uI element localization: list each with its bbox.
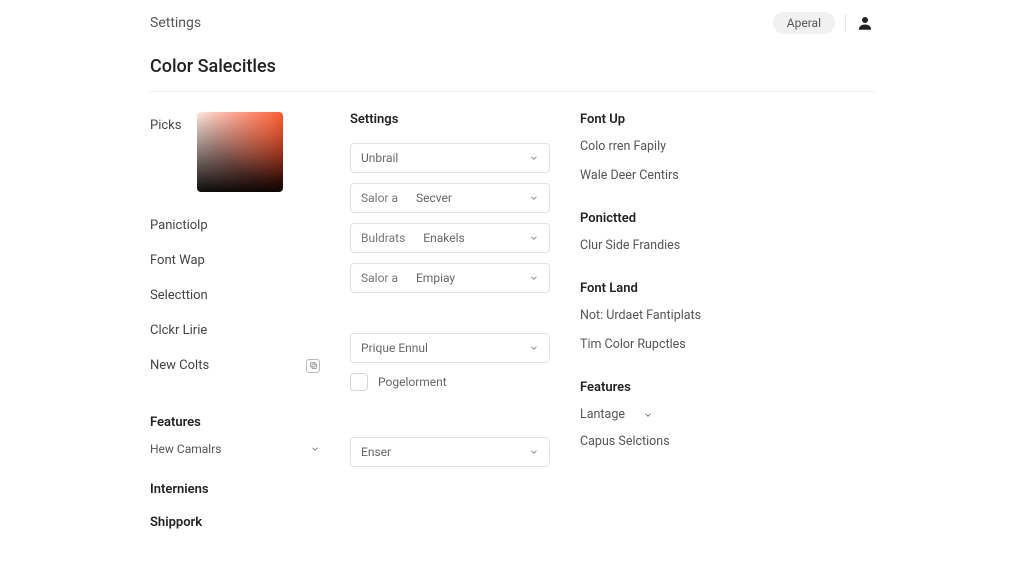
color-swatch[interactable] (197, 112, 283, 192)
new-colts-label: New Colts (150, 358, 209, 373)
pair1-b: Secver (416, 191, 452, 205)
unbrail-value: Unbrail (361, 151, 398, 165)
clckr-line-label: Clckr Lirie (150, 315, 320, 350)
interniens-heading: Interniens (150, 482, 320, 497)
hew-camalrs-label: Hew Camalrs (150, 442, 221, 456)
wale-deer-link[interactable]: Wale Deer Centirs (580, 168, 874, 183)
pair3-a: Salor a (361, 271, 398, 285)
salor-secver-select[interactable]: Salor a Secver (350, 183, 550, 213)
enser-value: Enser (361, 445, 391, 459)
settings-heading: Settings (350, 112, 550, 127)
user-icon[interactable] (856, 14, 874, 32)
unbrail-select[interactable]: Unbrail (350, 143, 550, 173)
salor-empiay-select[interactable]: Salor a Empiay (350, 263, 550, 293)
lantage-select[interactable]: Lantage (580, 407, 874, 422)
tim-color-link[interactable]: Tim Color Rupctles (580, 337, 874, 352)
chevron-down-icon (529, 193, 539, 203)
pogelorment-label: Pogelorment (378, 375, 447, 389)
pair3-b: Empiay (416, 271, 455, 285)
prique-ennul-value: Prique Ennul (361, 341, 428, 355)
font-land-heading: Font Land (580, 281, 874, 296)
chevron-down-icon (310, 444, 320, 454)
chevron-down-icon (529, 273, 539, 283)
features-heading: Features (150, 415, 320, 430)
aperal-button[interactable]: Aperal (773, 12, 835, 34)
font-up-heading: Font Up (580, 112, 874, 127)
picks-label: Picks (150, 112, 181, 133)
prique-ennul-select[interactable]: Prique Ennul (350, 333, 550, 363)
copy-icon[interactable] (306, 359, 320, 373)
panictiolp-label: Panictiolp (150, 210, 320, 245)
divider (150, 91, 874, 92)
clur-side-link[interactable]: Clur Side Frandies (580, 238, 874, 253)
chevron-down-icon (529, 153, 539, 163)
chevron-down-icon (529, 447, 539, 457)
divider (845, 14, 846, 32)
pair2-b: Enakels (423, 231, 464, 245)
selecttion-label: Selecttion (150, 280, 320, 315)
not-urdaet-link[interactable]: Not: Urdaet Fantiplats (580, 308, 874, 323)
chevron-down-icon (529, 343, 539, 353)
pair1-a: Salor a (361, 191, 398, 205)
colo-rren-link[interactable]: Colo rren Fapily (580, 139, 874, 154)
pogelorment-checkbox[interactable] (350, 373, 368, 391)
new-colts-row: New Colts (150, 350, 320, 385)
hew-camalrs-select[interactable]: Hew Camalrs (150, 442, 320, 456)
capus-link[interactable]: Capus Selctions (580, 434, 874, 449)
chevron-down-icon (643, 410, 653, 420)
features-heading-right: Features (580, 380, 874, 395)
buldrats-enakels-select[interactable]: Buldrats Enakels (350, 223, 550, 253)
ponictted-heading: Ponictted (580, 211, 874, 226)
lantage-label: Lantage (580, 407, 625, 422)
chevron-down-icon (529, 233, 539, 243)
enser-select[interactable]: Enser (350, 437, 550, 467)
page-title: Color Salecitles (150, 56, 874, 91)
pair2-a: Buldrats (361, 231, 405, 245)
font-wap-label: Font Wap (150, 245, 320, 280)
shippork-heading: Shippork (150, 515, 320, 530)
breadcrumb-settings[interactable]: Settings (150, 15, 201, 31)
